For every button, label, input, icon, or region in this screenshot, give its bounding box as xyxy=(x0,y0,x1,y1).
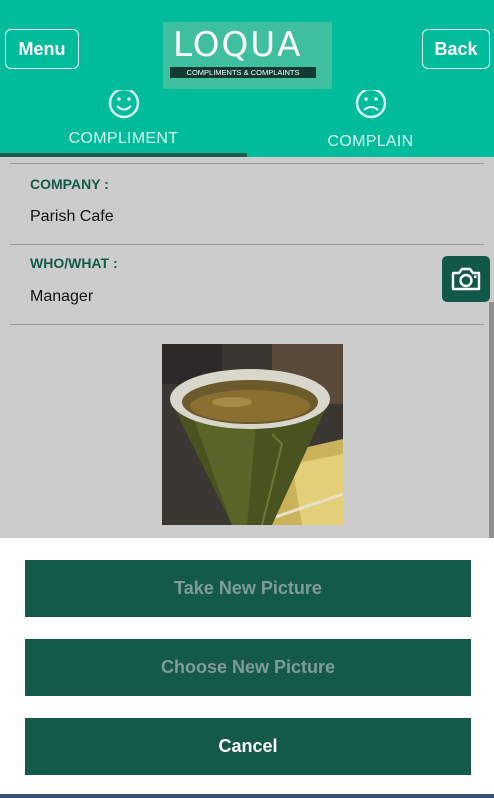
camera-button[interactable] xyxy=(442,256,490,302)
take-new-picture-button[interactable]: Take New Picture xyxy=(25,560,471,617)
tab-compliment-label: COMPLIMENT xyxy=(68,130,179,147)
divider xyxy=(10,244,484,245)
cup-photo xyxy=(162,344,343,525)
attached-photo[interactable] xyxy=(162,344,343,525)
who-what-label: WHO/WHAT : xyxy=(30,255,118,271)
logo-title: LOQUA xyxy=(173,25,303,65)
company-label: COMPANY : xyxy=(30,176,109,192)
scrollbar[interactable] xyxy=(489,302,494,538)
cancel-button[interactable]: Cancel xyxy=(25,718,471,775)
company-field[interactable]: Parish Cafe xyxy=(30,208,114,226)
frown-icon xyxy=(355,90,386,119)
app-logo: LOQUA COMPLIMENTS & COMPLAINTS xyxy=(163,22,332,89)
smiley-icon xyxy=(108,90,139,119)
photo-action-sheet: Take New Picture Choose New Picture Canc… xyxy=(0,538,494,798)
who-what-field[interactable]: Manager xyxy=(30,288,93,306)
tab-complain[interactable]: COMPLAIN xyxy=(247,86,494,157)
tab-compliment[interactable]: COMPLIMENT xyxy=(0,86,247,157)
divider xyxy=(10,324,484,325)
bottom-border xyxy=(0,794,494,798)
menu-button[interactable]: Menu xyxy=(5,29,79,69)
logo-subtitle: COMPLIMENTS & COMPLAINTS xyxy=(170,67,316,78)
app-header: Menu LOQUA COMPLIMENTS & COMPLAINTS Back… xyxy=(0,0,494,157)
form-content: COMPANY : Parish Cafe WHO/WHAT : Manager xyxy=(0,157,494,538)
choose-new-picture-button[interactable]: Choose New Picture xyxy=(25,639,471,696)
tab-complain-label: COMPLAIN xyxy=(327,133,414,150)
camera-icon xyxy=(451,267,481,291)
back-button[interactable]: Back xyxy=(422,29,490,69)
divider xyxy=(10,163,484,164)
